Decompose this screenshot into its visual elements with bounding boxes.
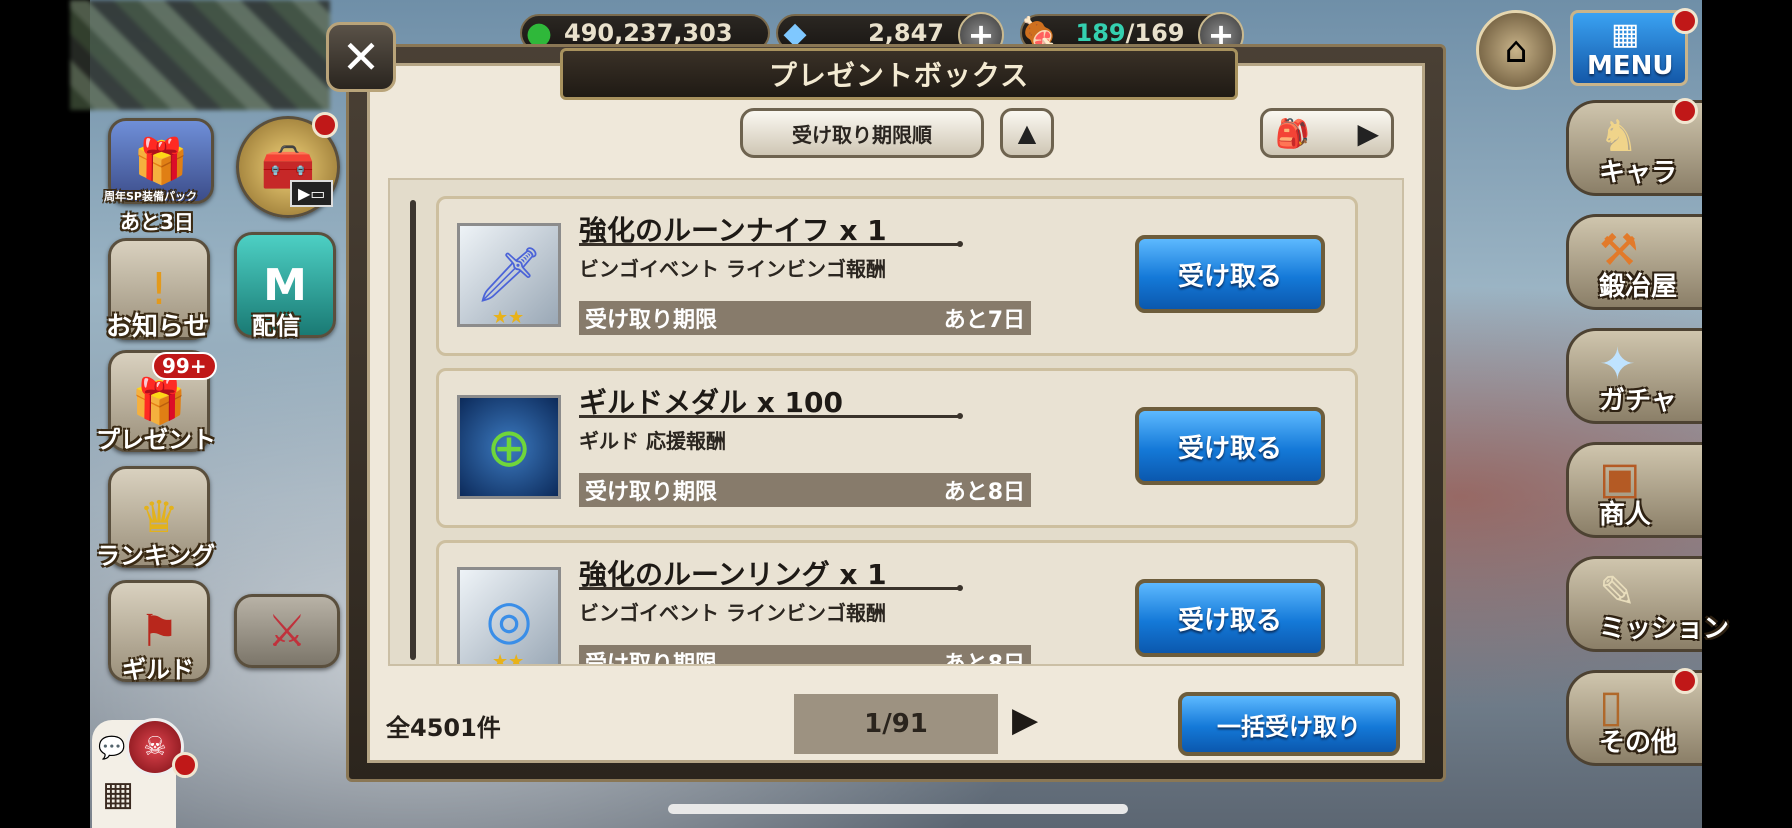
chara-notification-dot <box>1672 98 1698 124</box>
deadline-label: 受け取り期限 <box>585 480 718 505</box>
list-item: ⊕ ギルドメダル x 100 ギルド 応援報酬 受け取り期限 あと8日 受け取る <box>436 368 1358 528</box>
deadline-bar: 受け取り期限 あと8日 <box>579 473 1031 507</box>
sort-order-button[interactable]: 受け取り期限順 <box>740 108 984 158</box>
news-label: お知らせ <box>106 312 210 342</box>
menu-item-blacksmith[interactable]: ⚒ 鍛冶屋 <box>1566 214 1702 310</box>
receive-button[interactable]: 受け取る <box>1135 407 1325 485</box>
stamina-current: 189 <box>1075 19 1126 47</box>
guild-label: ギルド <box>122 656 194 684</box>
crossed-swords-icon: ⚔ <box>267 605 307 657</box>
divider <box>579 413 963 419</box>
item-bag-button[interactable]: 🎒 ▶ <box>1260 108 1394 158</box>
stream-label: 配信 <box>252 312 300 340</box>
page-indicator: 1/91 <box>794 694 998 754</box>
menu-label: MENU <box>1587 51 1674 81</box>
stream-m-icon: M <box>263 259 307 311</box>
banner-caption: 周年SP装備パック <box>104 190 197 203</box>
chest-notification-dot <box>312 112 338 138</box>
menu-item-gacha[interactable]: ✦ ガチャ <box>1566 328 1702 424</box>
home-icon: ⌂ <box>1504 29 1528 71</box>
menu-notification-dot <box>1672 8 1698 34</box>
other-notification-dot <box>1672 668 1698 694</box>
gold-amount: 490,237,303 <box>564 19 733 47</box>
close-icon: ✕ <box>341 30 381 84</box>
guild-battle-button[interactable]: ⚔ <box>234 594 340 668</box>
divider <box>579 241 963 247</box>
next-page-button[interactable]: ▶ <box>1012 700 1038 740</box>
rarity-stars: ★★ <box>492 651 525 666</box>
guild-medal-icon: ⊕ <box>457 395 561 499</box>
speech-bubble-icon: 💬 <box>98 736 126 761</box>
deadline-label: 受け取り期限 <box>585 652 718 666</box>
backpack-icon: 🎒 <box>1275 116 1310 150</box>
play-arrow-icon: ▶ <box>1012 700 1039 740</box>
menu-button[interactable]: ▦ MENU <box>1570 10 1688 86</box>
triangle-up-icon: ▲ <box>1017 119 1037 147</box>
player-avatar-blurred <box>70 0 330 110</box>
list-scrollbar[interactable] <box>410 200 416 660</box>
receive-button[interactable]: 受け取る <box>1135 579 1325 657</box>
bulk-receive-button[interactable]: 一括受け取り <box>1178 692 1400 756</box>
play-arrow-icon: ▶ <box>1357 116 1379 150</box>
menu-item-label: 鍛冶屋 <box>1599 272 1678 302</box>
close-button[interactable]: ✕ <box>326 22 396 92</box>
menu-item-label: 商人 <box>1599 500 1652 530</box>
home-indicator[interactable] <box>668 804 1128 814</box>
menu-item-label: その他 <box>1599 728 1678 758</box>
rune-knife-icon: 🗡 ★★ <box>457 223 561 328</box>
total-count: 全4501件 <box>386 714 501 742</box>
home-button[interactable]: ⌂ <box>1476 10 1556 90</box>
menu-item-merchant[interactable]: ▣ 商人 <box>1566 442 1702 538</box>
item-source: ビンゴイベント ラインビンゴ報酬 <box>579 257 886 281</box>
menu-item-label: ガチャ <box>1599 386 1677 416</box>
divider <box>579 585 963 591</box>
item-source: ギルド 応援報酬 <box>579 429 726 453</box>
grid-icon: ▦ <box>102 774 135 814</box>
video-icon: ▶▭ <box>290 180 334 207</box>
present-badge: 99+ <box>152 352 217 380</box>
sort-direction-button[interactable]: ▲ <box>1000 108 1054 158</box>
stamina-max: 169 <box>1134 19 1185 47</box>
deadline-label: 受け取り期限 <box>585 308 718 333</box>
guild-banner-icon: ⚑ <box>139 605 179 657</box>
item-source: ビンゴイベント ラインビンゴ報酬 <box>579 601 886 625</box>
list-item: 🗡 ★★ 強化のルーンナイフ x 1 ビンゴイベント ラインビンゴ報酬 受け取り… <box>436 196 1358 356</box>
gem-amount: 2,847 <box>868 19 944 47</box>
treasure-chest-icon: 🎁 <box>133 136 189 187</box>
deadline-value: あと7日 <box>943 308 1025 333</box>
deadline-bar: 受け取り期限 あと7日 <box>579 301 1031 335</box>
menu-item-mission[interactable]: ✎ ミッション <box>1566 556 1729 652</box>
crown-icon: ♛ <box>139 491 179 543</box>
rune-ring-icon: ◎ ★★ <box>457 567 561 666</box>
banner-timer: あと3日 <box>120 210 194 234</box>
grid-menu-icon: ▦ <box>1611 17 1640 52</box>
ranking-label: ランキング <box>96 542 216 570</box>
chat-notification-dot <box>172 752 198 778</box>
dialog-title: プレゼントボックス <box>560 48 1238 100</box>
receive-button[interactable]: 受け取る <box>1135 235 1325 313</box>
menu-item-label: キャラ <box>1599 158 1678 188</box>
deadline-value: あと8日 <box>943 652 1025 666</box>
menu-item-label: ミッション <box>1599 614 1730 644</box>
present-list[interactable]: 🗡 ★★ 強化のルーンナイフ x 1 ビンゴイベント ラインビンゴ報酬 受け取り… <box>388 178 1404 666</box>
deadline-bar: 受け取り期限 あと8日 <box>579 645 1031 666</box>
present-label: プレゼント <box>96 426 216 454</box>
stamina-separator: / <box>1125 19 1135 47</box>
rarity-stars: ★★ <box>492 307 525 328</box>
deadline-value: あと8日 <box>943 480 1025 505</box>
list-item: ◎ ★★ 強化のルーンリング x 1 ビンゴイベント ラインビンゴ報酬 受け取り… <box>436 540 1358 666</box>
